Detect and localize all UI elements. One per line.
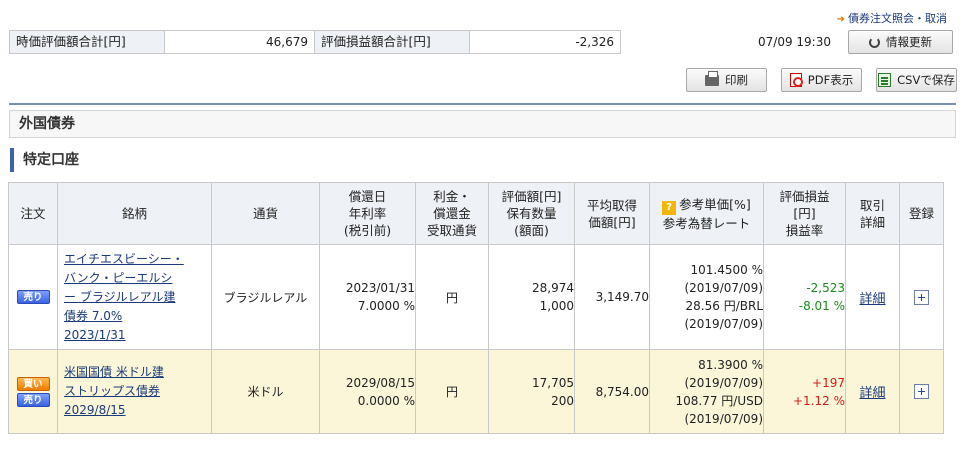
refresh-icon: [869, 36, 880, 48]
pdf-icon: [789, 73, 803, 87]
header-avg-cost: 平均取得 価額[円]: [574, 182, 650, 245]
detail-link[interactable]: 詳細: [859, 292, 885, 307]
csv-icon: [878, 73, 892, 87]
settlement-currency-cell: 円: [415, 244, 489, 350]
order-cell: 買い 売り: [8, 349, 58, 434]
header-settlement: 利金・ 償還金 受取通貨: [415, 182, 489, 245]
maturity-cell: 2029/08/15 0.0000 %: [319, 349, 416, 434]
printer-icon: [705, 70, 719, 86]
pnl-label: 評価損益額合計[円]: [315, 31, 470, 53]
help-icon[interactable]: ?: [662, 200, 677, 215]
print-button[interactable]: 印刷: [686, 68, 767, 92]
valuation-cell: 28,974 1,000: [488, 244, 575, 350]
summary-table: 時価評価額合計[円] 46,679 評価損益額合計[円] -2,326: [9, 30, 621, 54]
header-maturity: 償還日 年利率 (税引前): [319, 182, 416, 245]
header-order: 注文: [8, 182, 58, 245]
sell-button[interactable]: 売り: [16, 392, 50, 407]
header-valuation: 評価額[円] 保有数量 (額面): [488, 182, 575, 245]
csv-save-button[interactable]: CSVで保存: [876, 68, 957, 92]
market-value-label: 時価評価額合計[円]: [10, 31, 165, 53]
header-ref-price: ? 参考単価[%] 参考為替レート: [649, 182, 764, 245]
header-pnl: 評価損益 [円] 損益率: [763, 182, 846, 245]
refresh-button[interactable]: 情報更新: [848, 30, 953, 54]
bond-order-inquiry-link[interactable]: ➜ 債券注文照会・取消: [837, 10, 947, 26]
pnl-cell: +197 +1.12 %: [763, 349, 846, 434]
buy-button[interactable]: 買い: [16, 376, 50, 391]
pnl-total: -2,326: [470, 31, 620, 53]
plus-icon[interactable]: [914, 384, 929, 399]
section-divider: [9, 103, 956, 105]
pnl-cell: -2,523 -8.01 %: [763, 244, 846, 350]
header-trade-detail: 取引 詳細: [845, 182, 900, 245]
ref-price-cell: 81.3900 % (2019/07/09) 108.77 円/USD (201…: [649, 349, 764, 434]
maturity-cell: 2023/01/31 7.0000 %: [319, 244, 416, 350]
table-header-row: 注文 銘柄 通貨 償還日 年利率 (税引前) 利金・ 償還金 受取通貨 評価額[…: [8, 182, 944, 245]
table-row: 売り エイチエスビーシー・ バンク・ピーエルシ ー ブラジルレアル建 債券 7.…: [8, 244, 944, 350]
arrow-right-icon: ➜: [836, 14, 845, 25]
avg-cost-cell: 8,754.00: [574, 349, 650, 434]
header-register: 登録: [899, 182, 944, 245]
table-row: 買い 売り 米国国債 米ドル建 ストリップス債券 2029/8/15 米ドル 2…: [8, 349, 944, 434]
sell-button[interactable]: 売り: [16, 290, 50, 304]
holdings-table: 注文 銘柄 通貨 償還日 年利率 (税引前) 利金・ 償還金 受取通貨 評価額[…: [8, 182, 944, 434]
header-currency: 通貨: [211, 182, 320, 245]
bond-name-cell: 米国国債 米ドル建 ストリップス債券 2029/8/15: [57, 349, 212, 434]
detail-cell: 詳細: [845, 349, 900, 434]
avg-cost-cell: 3,149.70: [574, 244, 650, 350]
header-name: 銘柄: [57, 182, 212, 245]
plus-icon[interactable]: [914, 289, 929, 305]
bond-name-link[interactable]: 米国国債 米ドル建 ストリップス債券 2029/8/15: [58, 363, 211, 420]
account-type-title: 特定口座: [10, 148, 79, 172]
bond-name-cell: エイチエスビーシー・ バンク・ピーエルシ ー ブラジルレアル建 債券 7.0% …: [57, 244, 212, 350]
currency-cell: ブラジルレアル: [211, 244, 320, 350]
detail-link[interactable]: 詳細: [859, 386, 885, 401]
ref-price-cell: 101.4500 % (2019/07/09) 28.56 円/BRL (201…: [649, 244, 764, 350]
detail-cell: 詳細: [845, 244, 900, 350]
bond-name-link[interactable]: エイチエスビーシー・ バンク・ピーエルシ ー ブラジルレアル建 債券 7.0% …: [58, 250, 211, 345]
register-cell: [899, 349, 944, 434]
pdf-button[interactable]: PDF表示: [781, 68, 862, 92]
settlement-currency-cell: 円: [415, 349, 489, 434]
update-time: 07/09 19:30: [758, 35, 831, 49]
valuation-cell: 17,705 200: [488, 349, 575, 434]
currency-cell: 米ドル: [211, 349, 320, 434]
register-cell: [899, 244, 944, 350]
order-cell: 売り: [8, 244, 58, 350]
section-title: 外国債券: [9, 110, 956, 138]
market-value: 46,679: [165, 31, 315, 53]
